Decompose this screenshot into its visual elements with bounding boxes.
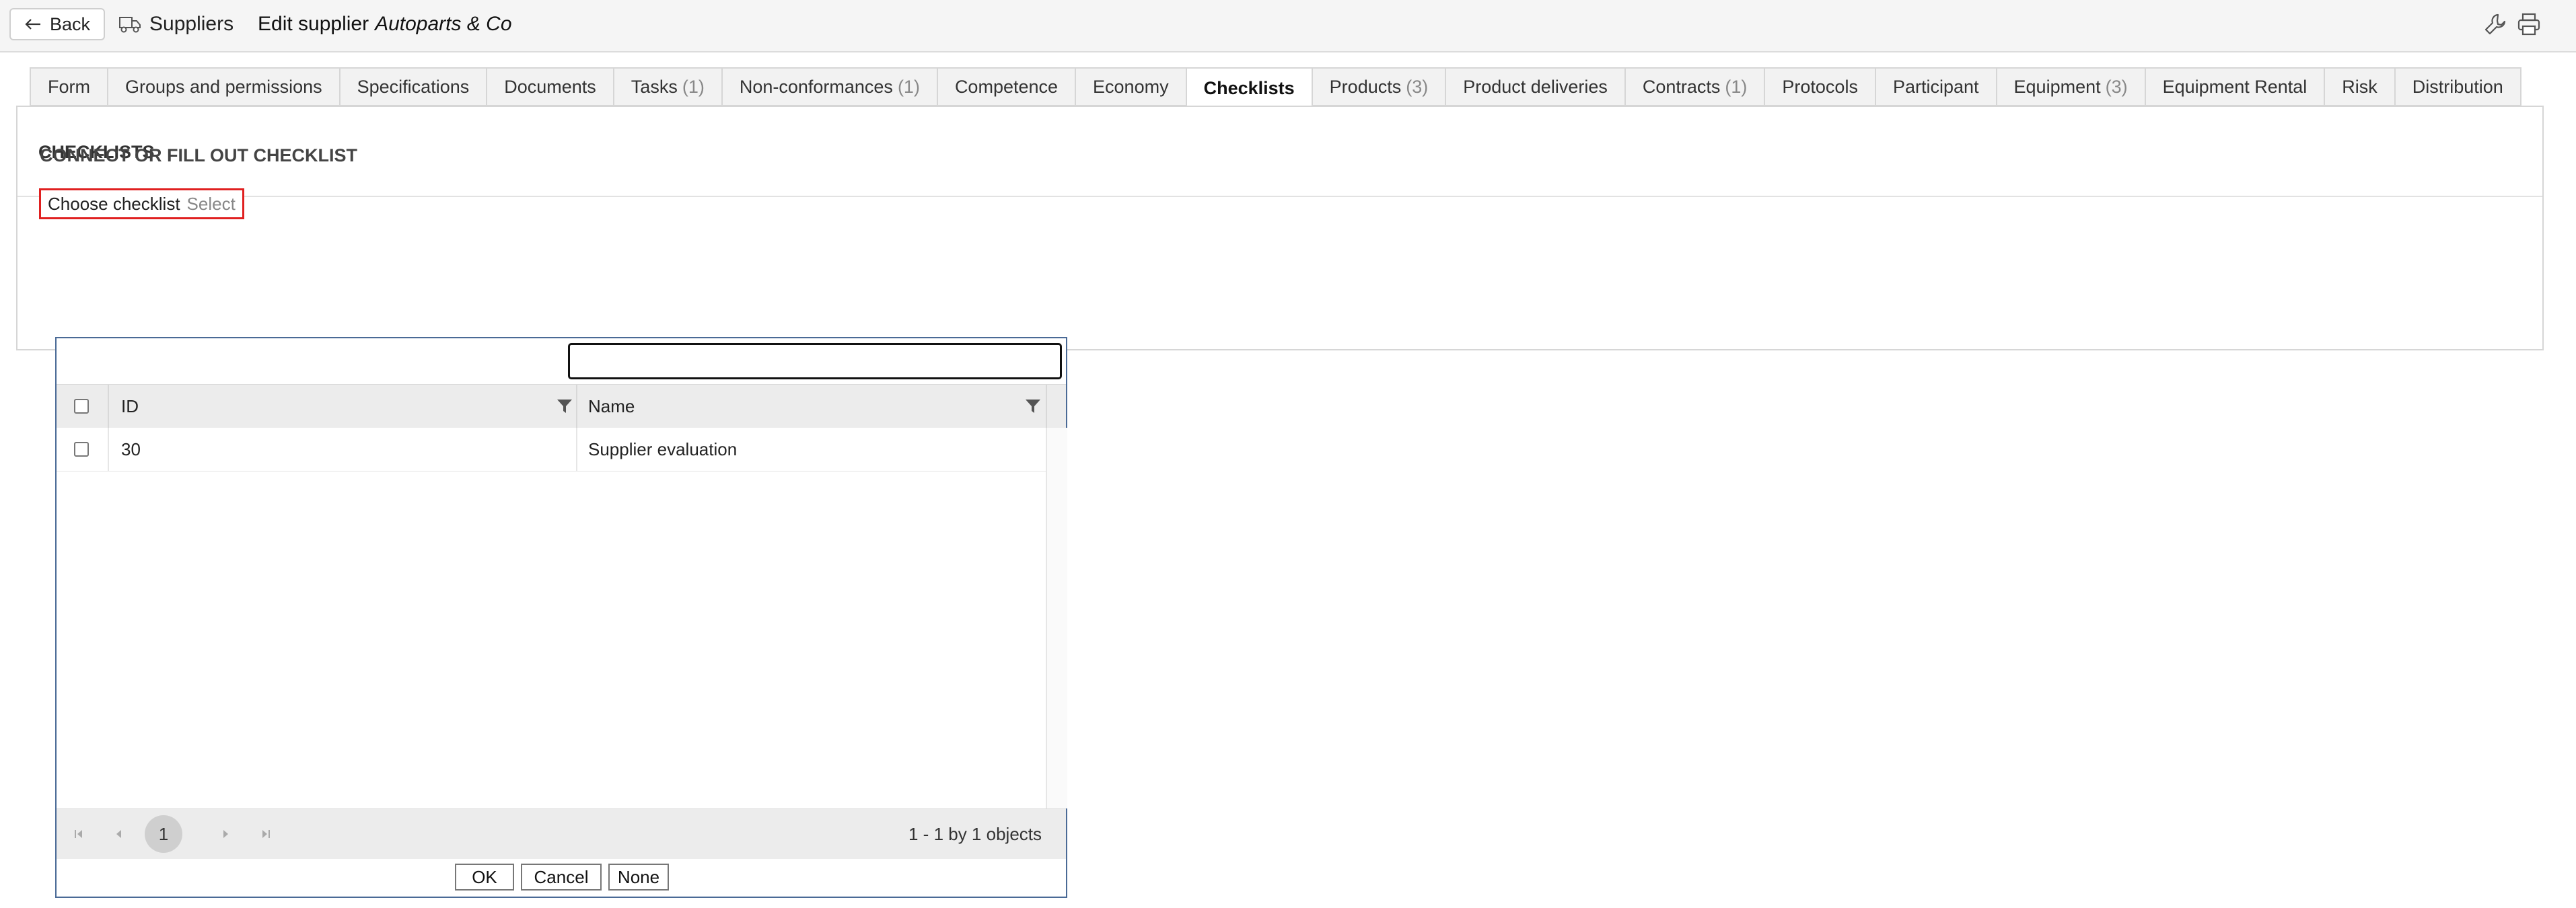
- choose-checklist-select[interactable]: Select: [187, 194, 236, 215]
- tab-risk[interactable]: Risk: [2324, 67, 2394, 106]
- choose-checklist-label: Choose checklist: [48, 193, 180, 214]
- column-divider: [576, 428, 577, 471]
- filter-icon[interactable]: [1024, 398, 1042, 415]
- tab-label: Tasks: [631, 76, 678, 97]
- choose-checklist-field[interactable]: Choose checklist Select: [39, 188, 244, 219]
- tab-distribution[interactable]: Distribution: [2394, 67, 2521, 106]
- tab-product-deliveries[interactable]: Product deliveries: [1445, 67, 1624, 106]
- tab-label: Form: [48, 76, 90, 97]
- tab-bar: Form Groups and permissions Specifications…: [30, 67, 2521, 108]
- tab-label: Product deliveries: [1463, 76, 1608, 97]
- select-all-checkbox-cell: [74, 385, 89, 428]
- checklist-picker-dialog: ID Name 30 Supplier evaluation 1 1 - 1 b…: [55, 337, 1067, 898]
- cancel-button[interactable]: Cancel: [521, 864, 602, 891]
- select-all-checkbox[interactable]: [74, 399, 89, 414]
- pager-info: 1 - 1 by 1 objects: [908, 823, 1042, 844]
- tab-label: Risk: [2342, 76, 2377, 97]
- section-title: CONNECT OR FILL OUT CHECKLIST: [40, 145, 357, 165]
- back-label: Back: [49, 13, 91, 34]
- tab-label: Documents: [504, 76, 596, 97]
- tab-equipment[interactable]: Equipment (3): [1995, 67, 2145, 106]
- top-bar: Back Suppliers Edit supplier Autoparts &…: [0, 0, 2576, 52]
- next-page-icon[interactable]: [215, 824, 236, 844]
- row-checkbox[interactable]: [74, 442, 89, 457]
- panel-header: CHECKLISTS: [17, 107, 2542, 197]
- page-title-prefix: Edit supplier: [258, 13, 369, 35]
- ok-button[interactable]: OK: [455, 864, 514, 891]
- tab-form[interactable]: Form: [30, 67, 107, 106]
- tab-label: Protocols: [1782, 76, 1858, 97]
- tab-label: Equipment Rental: [2162, 76, 2307, 97]
- previous-page-icon[interactable]: [109, 824, 129, 844]
- tab-label: Competence: [954, 76, 1059, 97]
- tab-label: Distribution: [2412, 76, 2503, 97]
- tab-count: (1): [682, 76, 705, 97]
- column-header-name[interactable]: Name: [588, 385, 635, 428]
- tab-count: (3): [1406, 76, 1429, 97]
- column-divider: [108, 385, 109, 428]
- tab-checklists[interactable]: Checklists: [1185, 67, 1312, 108]
- column-divider[interactable]: [576, 385, 577, 428]
- tab-label: Groups and permissions: [125, 76, 322, 97]
- printer-icon[interactable]: [2517, 12, 2541, 36]
- column-divider: [1046, 385, 1047, 428]
- tab-participant[interactable]: Participant: [1874, 67, 1996, 106]
- none-button[interactable]: None: [608, 864, 669, 891]
- current-page[interactable]: 1: [145, 815, 182, 853]
- tab-count: (1): [1725, 76, 1748, 97]
- row-checkbox-cell: [74, 428, 89, 471]
- breadcrumb-label: Suppliers: [149, 13, 234, 35]
- cell-name: Supplier evaluation: [588, 439, 738, 459]
- tab-label: Equipment: [2013, 76, 2101, 97]
- tab-label: Products: [1329, 76, 1402, 97]
- pager: 1 1 - 1 by 1 objects: [57, 808, 1066, 859]
- tab-specifications[interactable]: Specifications: [338, 67, 487, 106]
- back-button[interactable]: Back: [9, 8, 105, 40]
- tab-label: Contracts: [1642, 76, 1721, 97]
- search-input[interactable]: [568, 343, 1062, 379]
- tab-products[interactable]: Products (3): [1311, 67, 1445, 106]
- tab-tasks[interactable]: Tasks (1): [612, 67, 721, 106]
- breadcrumb[interactable]: Suppliers: [118, 8, 234, 40]
- first-page-icon[interactable]: [69, 824, 89, 844]
- table-row[interactable]: 30 Supplier evaluation: [57, 428, 1046, 471]
- tab-contracts[interactable]: Contracts (1): [1624, 67, 1764, 106]
- tab-label: Economy: [1093, 76, 1169, 97]
- tab-equipment-rental[interactable]: Equipment Rental: [2144, 67, 2324, 106]
- column-divider: [108, 428, 109, 471]
- checklists-panel: CHECKLISTS: [16, 106, 2544, 350]
- page-title-entity: Autoparts & Co: [375, 13, 512, 35]
- wrench-icon[interactable]: [2483, 12, 2507, 36]
- tab-non-conformances[interactable]: Non-conformances (1): [721, 67, 937, 106]
- grid-scrollbar[interactable]: [1046, 428, 1067, 808]
- filter-icon[interactable]: [556, 398, 573, 415]
- tab-label: Checklists: [1203, 77, 1295, 98]
- tab-label: Participant: [1892, 76, 1979, 97]
- tab-groups-and-permissions[interactable]: Groups and permissions: [107, 67, 339, 106]
- tab-documents[interactable]: Documents: [486, 67, 613, 106]
- tab-count: (3): [2105, 76, 2128, 97]
- tab-label: Non-conformances: [739, 76, 893, 97]
- last-page-icon[interactable]: [256, 824, 276, 844]
- tab-competence[interactable]: Competence: [936, 67, 1075, 106]
- column-header-id[interactable]: ID: [121, 385, 139, 428]
- tab-label: Specifications: [357, 76, 470, 97]
- cell-id: 30: [121, 439, 141, 459]
- page-title: Edit supplier Autoparts & Co: [258, 8, 512, 40]
- truck-icon: [119, 17, 141, 33]
- grid-header: ID Name: [57, 384, 1066, 429]
- tab-protocols[interactable]: Protocols: [1764, 67, 1875, 106]
- arrow-left-icon: [25, 19, 40, 30]
- tab-economy[interactable]: Economy: [1075, 67, 1186, 106]
- tab-count: (1): [897, 76, 920, 97]
